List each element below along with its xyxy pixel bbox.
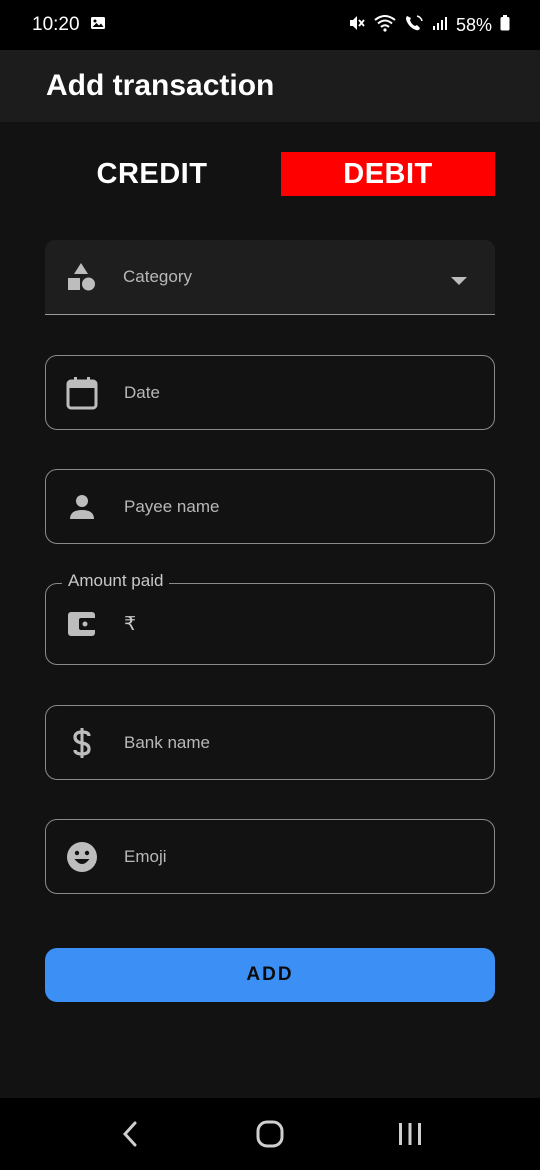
battery-icon (500, 14, 510, 36)
person-icon (66, 491, 98, 523)
amount-label: Amount paid (62, 571, 170, 591)
payee-label: Payee name (124, 496, 220, 516)
home-icon[interactable] (240, 1109, 300, 1159)
category-dropdown[interactable]: Category (45, 240, 495, 315)
back-icon[interactable] (100, 1109, 160, 1159)
debit-button[interactable]: DEBIT (281, 152, 495, 196)
wifi-icon (374, 14, 396, 37)
emoji-label: Emoji (124, 846, 167, 866)
credit-button[interactable]: CREDIT (45, 152, 259, 196)
status-left: 10:20 (32, 14, 106, 36)
app-bar: Add transaction (0, 50, 540, 122)
bank-label: Bank name (124, 732, 210, 752)
payee-name-field[interactable]: Payee name (45, 469, 495, 544)
battery-percent: 58% (455, 14, 492, 35)
emoji-field[interactable]: Emoji (45, 819, 495, 894)
currency-prefix: ₹ (124, 613, 137, 635)
category-label: Category (123, 267, 192, 286)
page-title: Add transaction (46, 69, 275, 102)
status-time: 10:20 (32, 14, 80, 35)
amount-paid-field[interactable]: Amount paid ₹ (45, 571, 495, 665)
dollar-icon (66, 727, 98, 759)
emoji-icon (66, 841, 98, 873)
mute-icon (348, 14, 366, 37)
wallet-icon (66, 608, 98, 640)
transaction-type-toggle: CREDIT DEBIT (45, 152, 495, 196)
calendar-icon (66, 376, 98, 409)
recents-icon[interactable] (380, 1109, 440, 1159)
add-button[interactable]: ADD (45, 948, 495, 1002)
date-label: Date (124, 382, 160, 402)
signal-icon (432, 15, 448, 36)
date-field[interactable]: Date (45, 355, 495, 430)
image-icon (90, 15, 106, 36)
bank-name-field[interactable]: Bank name (45, 705, 495, 780)
chevron-down-icon (451, 273, 467, 291)
call-icon (404, 14, 424, 37)
category-icon (65, 261, 97, 293)
status-bar: 10:20 58% (0, 0, 540, 50)
status-right: 58% (348, 14, 510, 37)
system-nav-bar (0, 1098, 540, 1170)
